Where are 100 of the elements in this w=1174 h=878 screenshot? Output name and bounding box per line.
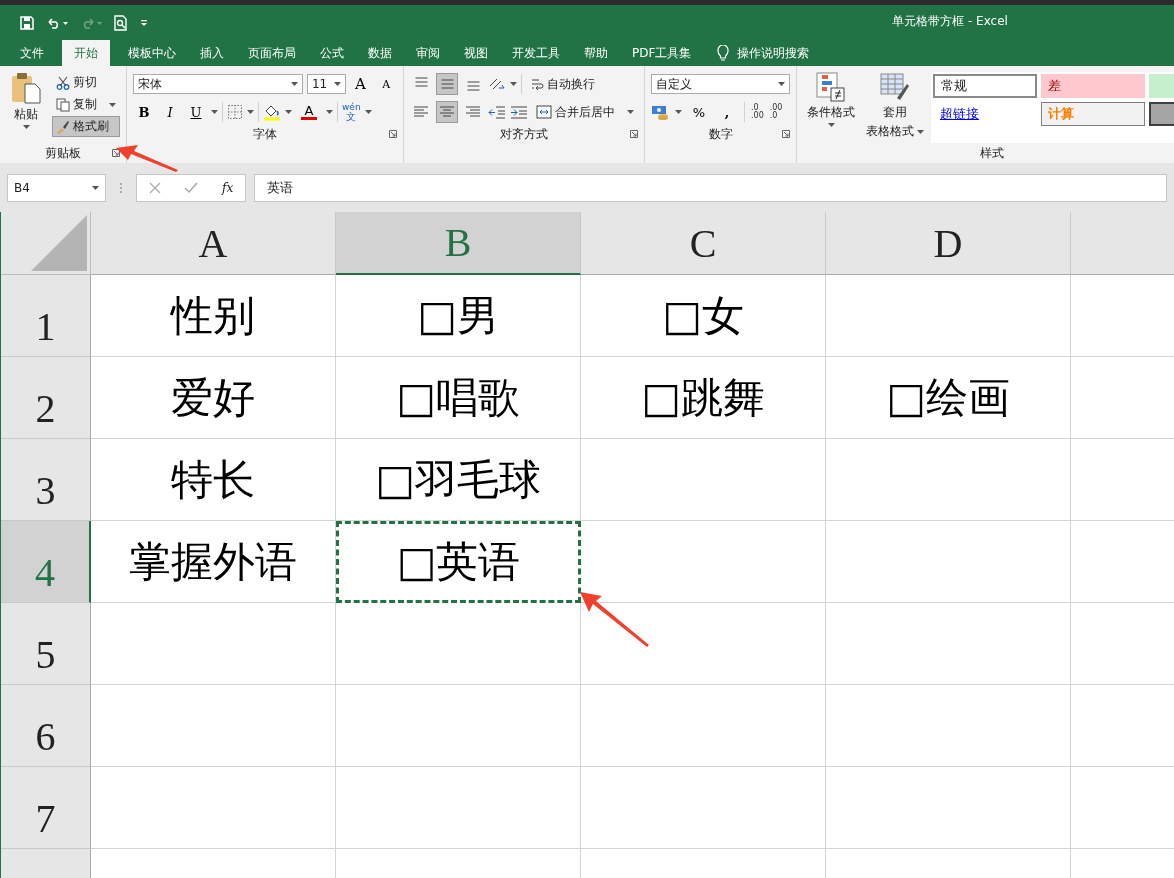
table-cell: □羽毛球 bbox=[336, 439, 581, 521]
increase-decimal-button[interactable]: .0 .00 bbox=[751, 104, 764, 120]
align-icon bbox=[411, 104, 431, 120]
comma-button[interactable]: , bbox=[716, 101, 738, 123]
color-bar-icon bbox=[301, 117, 317, 120]
checkmark-icon[interactable] bbox=[184, 181, 199, 194]
select-all-icon[interactable] bbox=[31, 215, 87, 271]
wrap-text-button[interactable]: 自动换行 bbox=[526, 73, 599, 95]
format-painter-button[interactable]: 格式刷 bbox=[52, 116, 120, 137]
copy-button[interactable]: 复制 bbox=[52, 94, 120, 115]
horizontal-align-button[interactable] bbox=[436, 101, 458, 123]
caret-icon bbox=[290, 82, 298, 86]
ribbon-tab[interactable]: 文件 bbox=[8, 40, 56, 66]
row-header[interactable]: 4 bbox=[1, 521, 91, 603]
conditional-format-icon bbox=[816, 72, 846, 102]
row-header[interactable]: 2 bbox=[1, 357, 91, 439]
bold-button[interactable]: B bbox=[133, 101, 155, 123]
table-cell: □女 bbox=[581, 275, 826, 357]
currency-icon[interactable] bbox=[651, 104, 669, 120]
column-header[interactable]: C bbox=[581, 212, 826, 275]
lightbulb-icon bbox=[717, 44, 730, 62]
number-format-dropdown[interactable]: 自定义 bbox=[651, 74, 790, 94]
row-header[interactable]: 1 bbox=[1, 275, 91, 357]
merge-center-button[interactable]: 合并后居中 bbox=[532, 101, 638, 123]
paste-button[interactable]: 粘贴 bbox=[6, 72, 46, 143]
caret-icon bbox=[917, 129, 924, 134]
align-icon bbox=[466, 81, 480, 91]
cell-style[interactable]: 超链接 bbox=[933, 102, 1037, 126]
tell-me-search[interactable]: 操作说明搜索 bbox=[737, 44, 810, 62]
caret-icon bbox=[333, 82, 341, 86]
launcher-icon[interactable] bbox=[389, 130, 397, 138]
cut-button[interactable]: 剪切 bbox=[52, 72, 120, 93]
outdent-icon[interactable] bbox=[488, 104, 506, 120]
column-header[interactable]: D bbox=[826, 212, 1071, 275]
print-preview-icon[interactable] bbox=[114, 14, 128, 31]
ribbon-tab[interactable]: 审阅 bbox=[404, 40, 452, 66]
ribbon-tab[interactable]: 页面布局 bbox=[236, 40, 308, 66]
group-label: 剪贴板 bbox=[45, 144, 81, 162]
italic-button[interactable]: I bbox=[159, 101, 181, 123]
font-size-dropdown[interactable]: 11 bbox=[306, 74, 346, 94]
caret-icon bbox=[211, 110, 218, 114]
fill-color-icon[interactable] bbox=[263, 103, 281, 121]
ribbon-tab[interactable]: 插入 bbox=[188, 40, 236, 66]
customize-icon[interactable] bbox=[140, 18, 148, 27]
table-cell: □绘画 bbox=[826, 357, 1071, 439]
brush-icon bbox=[56, 119, 70, 134]
decrease-decimal-button[interactable]: .00 .0 bbox=[769, 104, 783, 120]
launcher-icon[interactable] bbox=[782, 130, 790, 138]
conditional-format-button[interactable]: 条件格式 bbox=[803, 72, 859, 143]
ribbon-tab[interactable]: 开始 bbox=[62, 40, 110, 66]
cell-style[interactable] bbox=[1149, 74, 1174, 98]
ribbon-tab[interactable]: 开发工具 bbox=[500, 40, 572, 66]
ribbon-tab[interactable]: 视图 bbox=[452, 40, 500, 66]
close-icon[interactable] bbox=[148, 181, 161, 194]
borders-icon[interactable] bbox=[227, 104, 243, 120]
row-header[interactable]: 5 bbox=[1, 603, 91, 685]
row-header[interactable]: 7 bbox=[1, 767, 91, 849]
ribbon-tab[interactable]: 帮助 bbox=[572, 40, 620, 66]
shrink-font-button[interactable]: A bbox=[375, 73, 397, 95]
row-header[interactable]: 6 bbox=[1, 685, 91, 767]
launcher-icon[interactable] bbox=[112, 149, 120, 157]
ribbon-tab[interactable]: PDF工具集 bbox=[620, 40, 704, 66]
table-cell: 性别 bbox=[91, 275, 336, 357]
caret-icon bbox=[109, 102, 116, 107]
caret-icon bbox=[285, 110, 292, 114]
font-name-dropdown[interactable]: 宋体 bbox=[133, 74, 303, 94]
ribbon-tab[interactable]: 模板中心 bbox=[116, 40, 188, 66]
indent-icon[interactable] bbox=[510, 104, 528, 120]
grow-font-button[interactable]: A bbox=[349, 73, 372, 95]
cell-style[interactable] bbox=[1149, 102, 1174, 126]
save-icon[interactable] bbox=[20, 15, 34, 30]
align-icon bbox=[463, 104, 483, 120]
caret-icon bbox=[326, 110, 333, 114]
align-icon bbox=[414, 77, 428, 87]
arrow-annotation bbox=[116, 145, 178, 172]
merge-icon bbox=[536, 105, 552, 119]
ribbon-tab[interactable]: 数据 bbox=[356, 40, 404, 66]
cell-style[interactable]: 差 bbox=[1041, 74, 1145, 98]
row-header[interactable]: 3 bbox=[1, 439, 91, 521]
font-color-button[interactable]: A bbox=[296, 101, 322, 123]
caret-icon bbox=[627, 110, 634, 114]
undo-icon[interactable] bbox=[46, 16, 68, 29]
caret-icon bbox=[92, 185, 99, 190]
insert-function-button[interactable]: fx bbox=[222, 180, 234, 195]
vertical-align-button[interactable] bbox=[436, 73, 458, 95]
launcher-icon[interactable] bbox=[630, 130, 638, 138]
table-format-button[interactable]: 套用 表格格式 bbox=[865, 72, 925, 143]
column-header[interactable]: B bbox=[336, 212, 581, 275]
window-title: 单元格带方框 - Excel bbox=[891, 13, 1009, 30]
align-icon bbox=[440, 79, 454, 89]
ribbon-tab[interactable]: 公式 bbox=[308, 40, 356, 66]
cell-style[interactable]: 常规 bbox=[933, 74, 1037, 98]
column-header[interactable]: A bbox=[91, 212, 336, 275]
orientation-icon[interactable] bbox=[488, 76, 506, 92]
underline-button[interactable]: U bbox=[185, 101, 207, 123]
phonetic-button[interactable]: wén 文 bbox=[342, 103, 361, 121]
caret-icon bbox=[510, 82, 517, 86]
name-box[interactable]: B4 bbox=[7, 173, 106, 202]
percent-button[interactable]: % bbox=[688, 101, 710, 123]
formula-input[interactable]: 英语 bbox=[254, 173, 1167, 202]
